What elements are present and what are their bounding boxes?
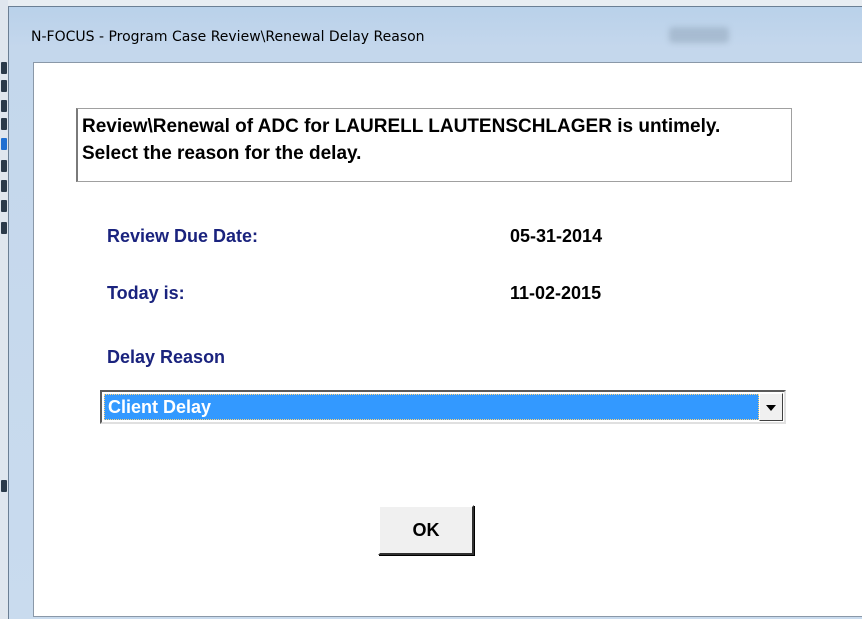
review-due-date-value: 05-31-2014 — [510, 226, 603, 246]
review-due-date-label: Review Due Date: — [107, 226, 259, 246]
window-title: N-FOCUS - Program Case Review\Renewal De… — [31, 29, 425, 45]
blurred-title-region — [669, 27, 729, 43]
background-app-marker — [1, 480, 7, 492]
dialog-window: N-FOCUS - Program Case Review\Renewal De… — [8, 6, 862, 619]
dialog-client-area: Review\Renewal of ADC for LAURELL LAUTEN… — [33, 62, 862, 617]
background-app-marker — [1, 62, 7, 74]
background-app-marker — [1, 100, 7, 112]
title-bar[interactable]: N-FOCUS - Program Case Review\Renewal De… — [9, 7, 862, 62]
background-app-strip — [0, 0, 8, 619]
background-app-marker — [1, 180, 7, 192]
background-app-marker — [1, 138, 7, 150]
background-app-marker — [1, 118, 7, 130]
today-label: Today is: — [107, 283, 185, 303]
delay-reason-label: Delay Reason — [107, 347, 226, 367]
screen: N-FOCUS - Program Case Review\Renewal De… — [0, 0, 862, 619]
delay-reason-dropdown[interactable]: Client Delay — [100, 390, 786, 424]
background-app-marker — [1, 200, 7, 212]
background-app-marker — [1, 222, 7, 234]
today-value: 11-02-2015 — [510, 283, 602, 303]
message-box: Review\Renewal of ADC for LAURELL LAUTEN… — [76, 108, 792, 182]
background-app-marker — [1, 80, 7, 92]
chevron-down-icon — [766, 405, 776, 411]
delay-message: Review\Renewal of ADC for LAURELL LAUTEN… — [82, 116, 721, 164]
ok-button-label: OK — [412, 520, 440, 540]
delay-reason-selected-text: Client Delay — [108, 397, 212, 417]
dropdown-button[interactable] — [759, 393, 783, 421]
delay-reason-selected-item[interactable]: Client Delay — [104, 394, 759, 420]
background-app-marker — [1, 160, 7, 172]
ok-button[interactable]: OK — [378, 505, 474, 555]
